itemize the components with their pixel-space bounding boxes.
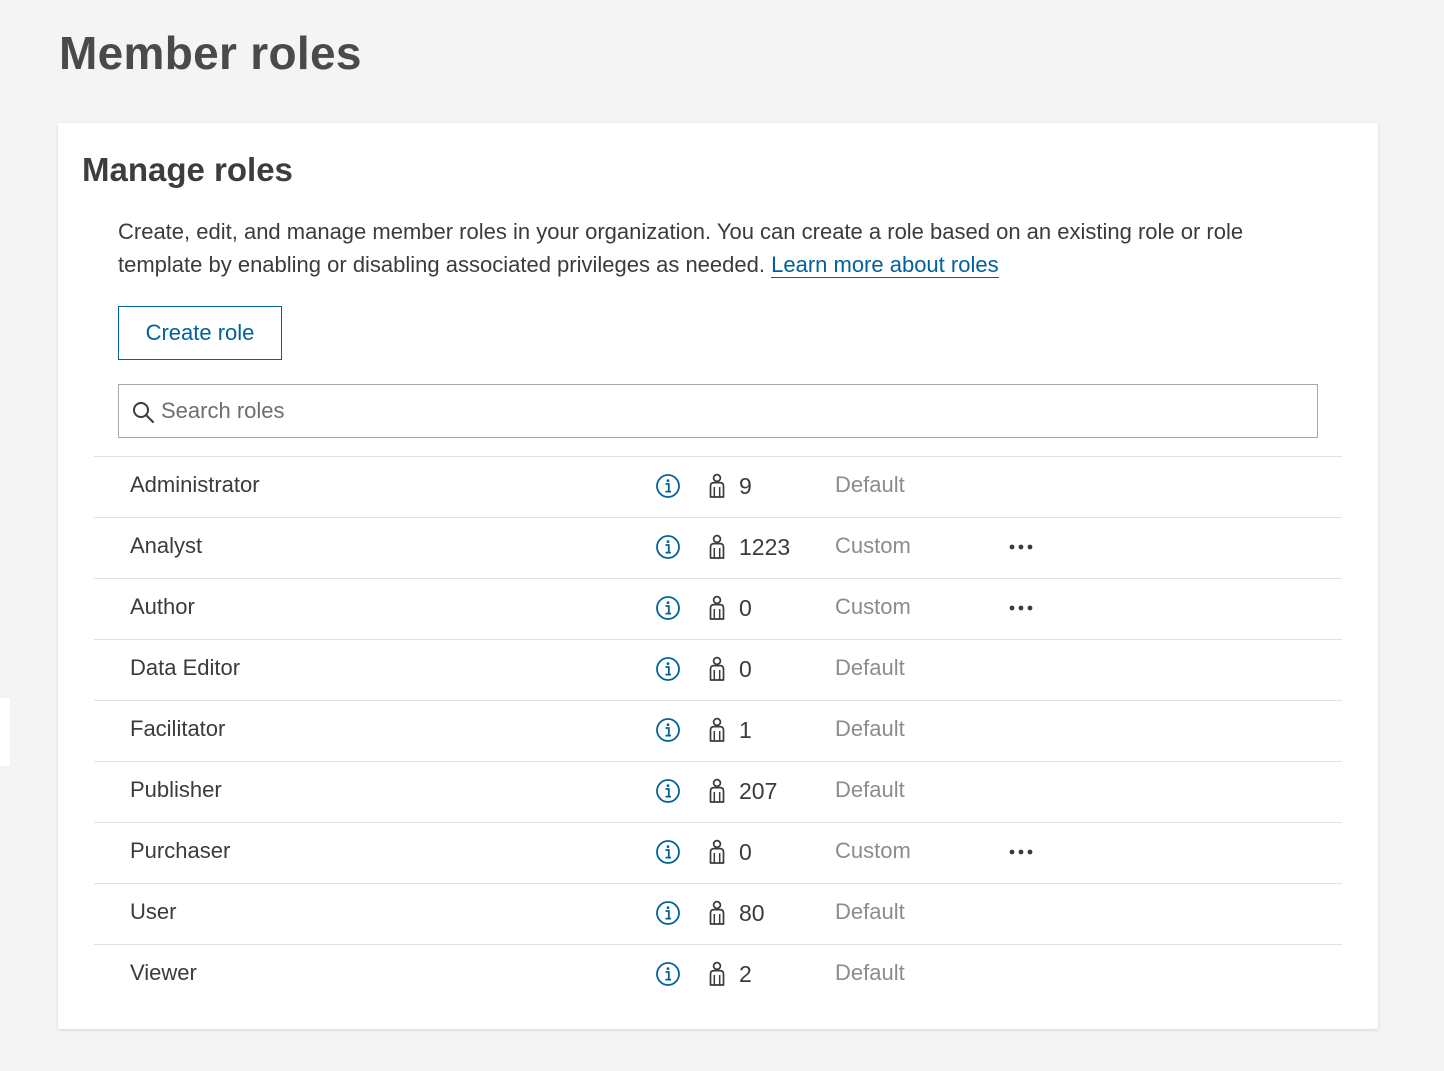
roles-list: Administrator 9 Default Analyst 1223 Cus… xyxy=(94,456,1342,1005)
member-count: 1 xyxy=(739,717,752,743)
role-type: Default xyxy=(835,655,905,680)
member-count: 1223 xyxy=(739,534,791,560)
search-icon xyxy=(133,402,154,423)
member-count: 0 xyxy=(739,839,752,865)
role-row-author: Author 0 Custom xyxy=(94,578,1342,639)
role-row-purchaser: Purchaser 0 Custom xyxy=(94,822,1342,883)
search-input[interactable] xyxy=(161,385,1311,437)
user-icon xyxy=(709,717,725,742)
user-icon xyxy=(709,961,725,986)
learn-more-link[interactable]: Learn more about roles xyxy=(771,252,999,278)
role-type: Default xyxy=(835,960,905,985)
info-icon[interactable] xyxy=(655,900,681,926)
role-name[interactable]: Publisher xyxy=(130,762,222,818)
info-icon[interactable] xyxy=(655,595,681,621)
roles-description: Create, edit, and manage member roles in… xyxy=(118,215,1318,281)
role-options-button[interactable] xyxy=(1001,595,1041,621)
role-options-button[interactable] xyxy=(1001,839,1041,865)
role-name[interactable]: Administrator xyxy=(130,457,260,513)
more-horizontal-icon xyxy=(1009,605,1033,611)
create-role-button[interactable]: Create role xyxy=(118,306,282,360)
info-icon[interactable] xyxy=(655,717,681,743)
role-row-publisher: Publisher 207 Default xyxy=(94,761,1342,822)
member-count: 207 xyxy=(739,778,778,804)
info-icon[interactable] xyxy=(655,473,681,499)
info-icon[interactable] xyxy=(655,839,681,865)
role-name[interactable]: Data Editor xyxy=(130,640,240,696)
member-count: 0 xyxy=(739,656,752,682)
member-count: 0 xyxy=(739,595,752,621)
role-row-viewer: Viewer 2 Default xyxy=(94,944,1342,1005)
user-icon xyxy=(709,778,725,803)
info-icon[interactable] xyxy=(655,961,681,987)
role-type: Custom xyxy=(835,533,911,558)
member-count: 2 xyxy=(739,961,752,987)
role-row-facilitator: Facilitator 1 Default xyxy=(94,700,1342,761)
page-title: Member roles xyxy=(59,27,362,79)
role-name[interactable]: Analyst xyxy=(130,518,202,574)
role-name[interactable]: Viewer xyxy=(130,945,197,1001)
role-row-analyst: Analyst 1223 Custom xyxy=(94,517,1342,578)
user-icon xyxy=(709,473,725,498)
role-type: Default xyxy=(835,777,905,802)
side-panel-edge xyxy=(0,698,10,766)
role-type: Default xyxy=(835,899,905,924)
role-type: Default xyxy=(835,716,905,741)
member-count: 80 xyxy=(739,900,765,926)
user-icon xyxy=(709,595,725,620)
role-type: Default xyxy=(835,472,905,497)
role-type: Custom xyxy=(835,838,911,863)
user-icon xyxy=(709,656,725,681)
role-row-administrator: Administrator 9 Default xyxy=(94,456,1342,517)
role-row-data-editor: Data Editor 0 Default xyxy=(94,639,1342,700)
user-icon xyxy=(709,839,725,864)
role-type: Custom xyxy=(835,594,911,619)
card-title: Manage roles xyxy=(82,151,293,188)
info-icon[interactable] xyxy=(655,778,681,804)
role-row-user: User 80 Default xyxy=(94,883,1342,944)
member-count: 9 xyxy=(739,473,752,499)
info-icon[interactable] xyxy=(655,534,681,560)
more-horizontal-icon xyxy=(1009,544,1033,550)
role-name[interactable]: User xyxy=(130,884,176,940)
role-options-button[interactable] xyxy=(1001,534,1041,560)
user-icon xyxy=(709,900,725,925)
manage-roles-card: Manage roles Create, edit, and manage me… xyxy=(58,123,1378,1029)
user-icon xyxy=(709,534,725,559)
info-icon[interactable] xyxy=(655,656,681,682)
description-text: Create, edit, and manage member roles in… xyxy=(118,219,1244,277)
role-name[interactable]: Facilitator xyxy=(130,701,225,757)
search-field[interactable] xyxy=(118,384,1318,438)
more-horizontal-icon xyxy=(1009,849,1033,855)
role-name[interactable]: Author xyxy=(130,579,195,635)
role-name[interactable]: Purchaser xyxy=(130,823,230,879)
